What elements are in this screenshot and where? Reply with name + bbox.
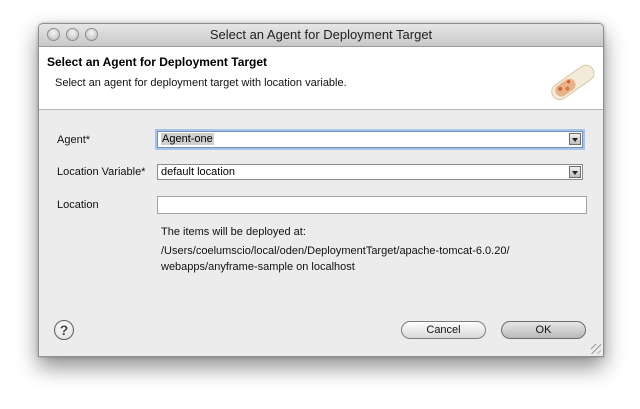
deploy-info-heading: The items will be deployed at: bbox=[161, 226, 306, 238]
location-label: Location bbox=[57, 199, 99, 211]
banner-title: Select an Agent for Deployment Target bbox=[47, 55, 268, 69]
agent-label: Agent* bbox=[57, 134, 91, 146]
location-variable-select-value: default location bbox=[161, 166, 235, 178]
deploy-path-line2: webapps/anyframe-sample on localhost bbox=[161, 261, 355, 273]
help-icon[interactable]: ? bbox=[54, 320, 74, 340]
ok-button[interactable]: OK bbox=[501, 321, 586, 339]
agent-select-value: Agent-one bbox=[161, 133, 214, 145]
cancel-button[interactable]: Cancel bbox=[401, 321, 486, 339]
resize-grip-icon[interactable] bbox=[591, 344, 601, 354]
dialog-window: Select an Agent for Deployment Target Se… bbox=[38, 23, 604, 357]
chevron-down-icon[interactable] bbox=[569, 166, 581, 178]
title-bar[interactable]: Select an Agent for Deployment Target bbox=[39, 24, 603, 47]
wizard-banner: Select an Agent for Deployment Target Se… bbox=[39, 47, 603, 110]
location-variable-select[interactable]: default location bbox=[157, 164, 583, 180]
chevron-down-icon[interactable] bbox=[569, 133, 581, 145]
location-field[interactable] bbox=[157, 196, 587, 214]
location-variable-label: Location Variable* bbox=[57, 166, 146, 178]
deploy-path-line1: /Users/coelumscio/local/oden/DeploymentT… bbox=[161, 245, 510, 257]
window-title: Select an Agent for Deployment Target bbox=[209, 27, 433, 42]
agent-select[interactable]: Agent-one bbox=[157, 131, 583, 148]
banner-description: Select an agent for deployment target wi… bbox=[55, 77, 347, 89]
banner-graphic-icon bbox=[551, 64, 595, 101]
